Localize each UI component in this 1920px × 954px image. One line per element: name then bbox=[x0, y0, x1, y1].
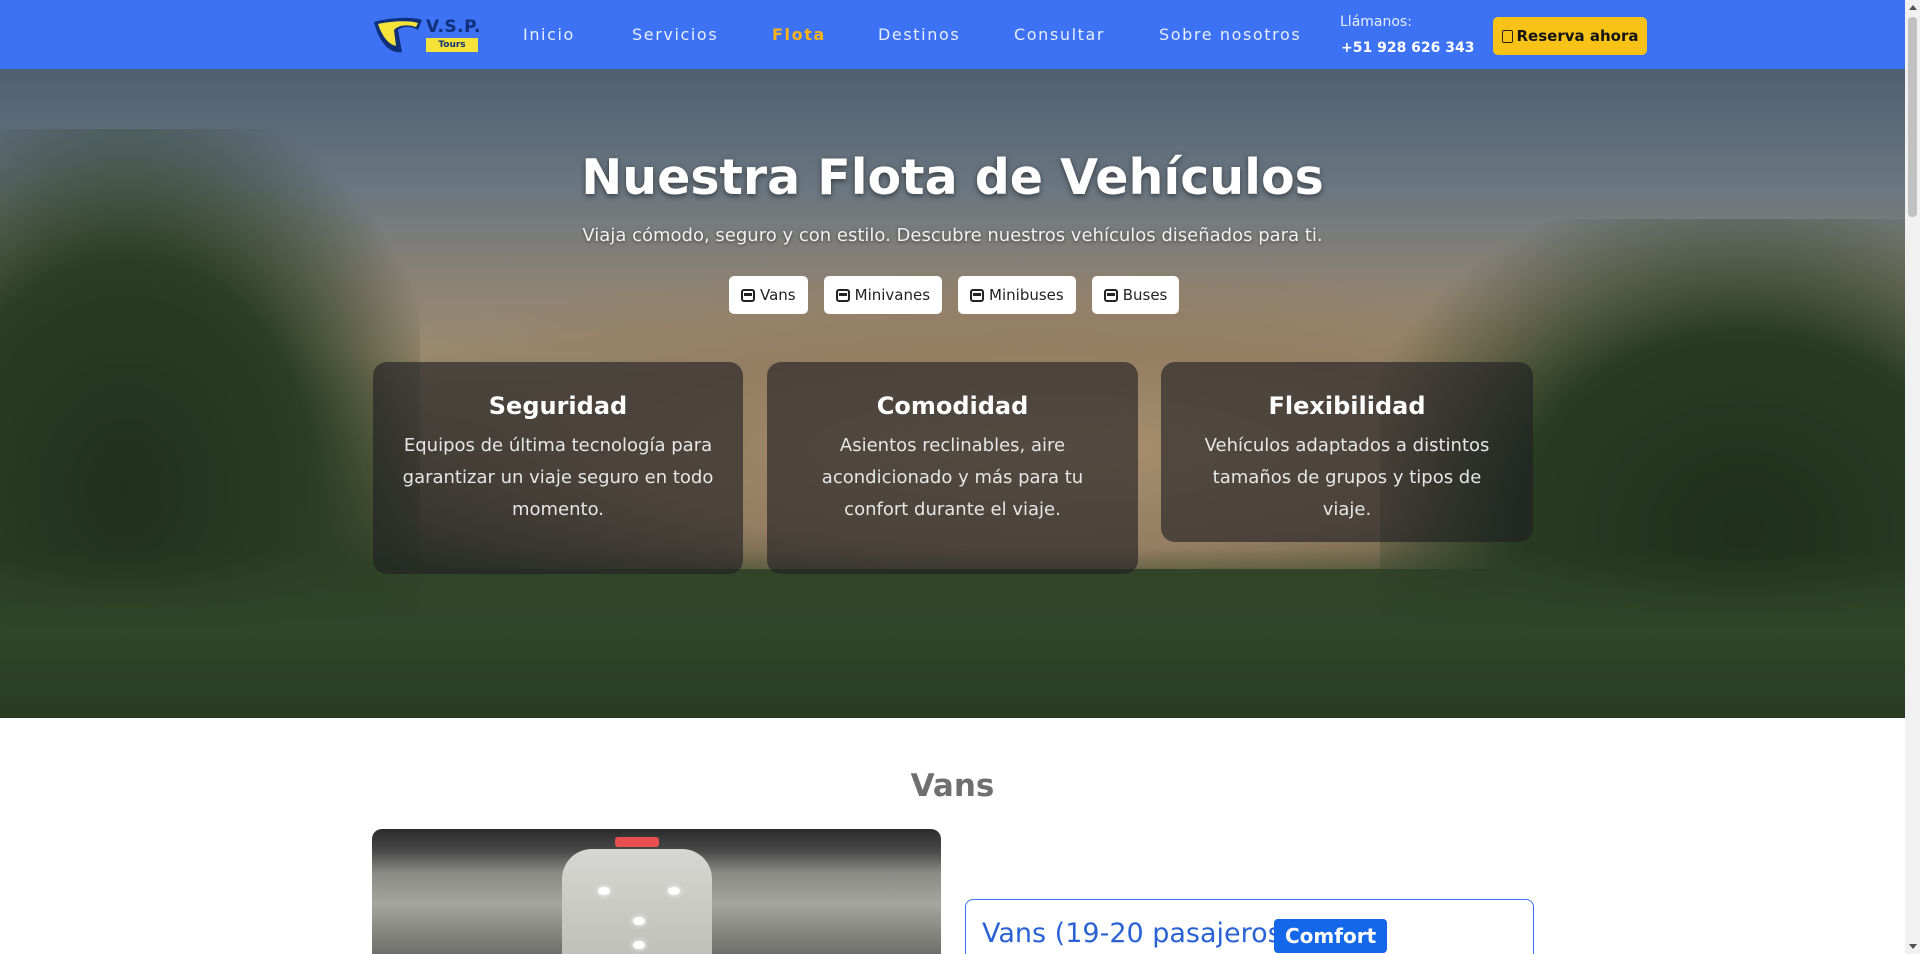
bus-icon bbox=[970, 288, 985, 302]
van-spotlight bbox=[668, 887, 680, 895]
call-label: Llámanos: bbox=[1340, 14, 1412, 30]
scroll-down-arrow-icon[interactable] bbox=[1909, 944, 1917, 949]
chip-label: Buses bbox=[1122, 286, 1168, 304]
bus-icon bbox=[835, 288, 850, 302]
top-navbar: V.S.P. Tours Inicio Servicios Flota Dest… bbox=[0, 0, 1905, 69]
van-interior-photo bbox=[372, 829, 941, 954]
chip-buses[interactable]: Buses bbox=[1091, 276, 1180, 314]
feature-text: Equipos de última tecnología para garant… bbox=[402, 435, 714, 520]
van-spotlight bbox=[598, 887, 610, 895]
vehicle-card-vans[interactable]: Vans (19-20 pasajeros) Comfort bbox=[965, 899, 1534, 954]
vehicle-type-chips: Vans Minivanes Minibuses Buses bbox=[729, 276, 1180, 314]
scroll-up-arrow-icon[interactable] bbox=[1909, 5, 1917, 10]
chip-minibuses[interactable]: Minibuses bbox=[958, 276, 1076, 314]
comfort-badge: Comfort bbox=[1274, 919, 1388, 953]
feature-title: Comodidad bbox=[876, 392, 1029, 420]
reserve-now-label: Reserva ahora bbox=[1516, 27, 1639, 45]
section-title-vans: Vans bbox=[910, 768, 995, 804]
feature-card-comodidad: Comodidad Asientos reclinables, aire aco… bbox=[767, 362, 1138, 574]
nav-link-servicios[interactable]: Servicios bbox=[632, 25, 718, 44]
feature-card-flexibilidad: Flexibilidad Vehículos adaptados a disti… bbox=[1161, 362, 1533, 542]
vehicle-card-title: Vans (19-20 pasajeros) bbox=[982, 918, 1293, 949]
feature-card-seguridad: Seguridad Equipos de última tecnología p… bbox=[373, 362, 743, 574]
chip-label: Minivanes bbox=[854, 286, 931, 304]
logo-swoosh-icon bbox=[374, 17, 422, 53]
reserve-now-button[interactable]: Reserva ahora bbox=[1493, 17, 1647, 55]
chip-minivanes[interactable]: Minivanes bbox=[823, 276, 943, 314]
hero-banner: Nuestra Flota de Vehículos Viaja cómodo,… bbox=[0, 69, 1905, 718]
feature-text: Asientos reclinables, aire acondicionado… bbox=[821, 435, 1084, 520]
bus-icon bbox=[741, 288, 755, 302]
nav-link-sobre-nosotros[interactable]: Sobre nosotros bbox=[1159, 25, 1301, 44]
brand-tagline: Tours bbox=[426, 38, 478, 52]
feature-text: Vehículos adaptados a distintos tamaños … bbox=[1204, 435, 1490, 520]
hero-title: Nuestra Flota de Vehículos bbox=[581, 149, 1324, 206]
van-ceiling-light bbox=[615, 837, 659, 847]
nav-link-consultar[interactable]: Consultar bbox=[1014, 25, 1105, 44]
chip-label: Vans bbox=[760, 286, 796, 304]
brand-logo[interactable]: V.S.P. Tours bbox=[372, 16, 481, 55]
nav-link-destinos[interactable]: Destinos bbox=[878, 25, 960, 44]
chip-vans[interactable]: Vans bbox=[729, 276, 808, 314]
nav-link-flota[interactable]: Flota bbox=[772, 25, 826, 44]
scrollbar-thumb[interactable] bbox=[1908, 17, 1917, 217]
feature-title: Flexibilidad bbox=[1268, 392, 1426, 420]
van-spotlight bbox=[633, 941, 645, 949]
nav-link-inicio[interactable]: Inicio bbox=[523, 25, 575, 44]
van-ceiling-panel bbox=[562, 849, 712, 954]
brand-name: V.S.P. bbox=[426, 17, 481, 37]
bus-icon bbox=[1103, 288, 1118, 302]
chip-label: Minibuses bbox=[989, 286, 1064, 304]
feature-title: Seguridad bbox=[488, 392, 628, 420]
calendar-icon bbox=[1501, 29, 1513, 43]
page-scrollbar[interactable] bbox=[1905, 0, 1920, 954]
call-phone-link[interactable]: +51 928 626 343 bbox=[1341, 40, 1475, 56]
hero-subtitle: Viaja cómodo, seguro y con estilo. Descu… bbox=[582, 225, 1323, 246]
van-spotlight bbox=[633, 917, 645, 925]
